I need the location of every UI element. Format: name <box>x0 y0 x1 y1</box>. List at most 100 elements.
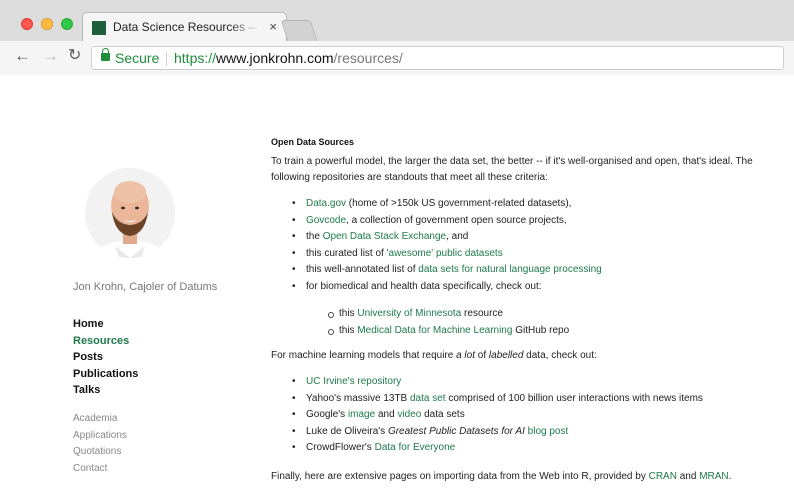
intro-line: To train a powerful model, the larger th… <box>271 156 753 167</box>
nav-item-home[interactable]: Home <box>73 316 138 333</box>
address-bar[interactable]: Secure https://www.jonkrohn.com/resource… <box>91 46 784 70</box>
tab-strip: Data Science Resources — Jon Krohn × <box>0 0 794 41</box>
web-page: Jon Krohn, Cajoler of Datums Home Resour… <box>0 76 794 503</box>
new-tab-button[interactable] <box>280 20 318 41</box>
window-maximize-button[interactable] <box>61 18 73 30</box>
list-item-text: this <box>339 324 358 336</box>
address-divider <box>166 52 167 66</box>
link-google-video[interactable]: video <box>397 409 421 420</box>
list-item-text: for biomedical and health data specifica… <box>306 280 542 292</box>
paragraph-text: For machine learning models that require <box>271 350 457 361</box>
url-host: www.jonkrohn.com <box>216 50 334 66</box>
main-nav: Home Resources Posts Publications Talks <box>73 316 138 399</box>
avatar <box>85 168 175 258</box>
url-path: /resources/ <box>333 50 403 66</box>
list-item: for biomedical and health data specifica… <box>271 279 786 296</box>
list-item: this curated list of 'awesome' public da… <box>271 246 786 263</box>
nav-item-contact[interactable]: Contact <box>73 461 127 478</box>
secondary-nav: Academia Applications Quotations Contact <box>73 411 127 477</box>
nav-item-resources[interactable]: Resources <box>73 333 138 350</box>
list-item-text: comprised of 100 billion user interactio… <box>445 392 703 404</box>
nav-item-applications[interactable]: Applications <box>73 428 127 445</box>
list-item: this well-annotated list of data sets fo… <box>271 262 786 279</box>
list-item: Google's image and video data sets <box>271 407 786 424</box>
forward-arrow-icon[interactable]: → <box>42 46 59 66</box>
link-cran[interactable]: CRAN <box>649 471 677 482</box>
list-item: Govcode, a collection of government open… <box>271 213 786 230</box>
ml-intro-paragraph: For machine learning models that require… <box>271 348 786 364</box>
list-item-text: Yahoo's massive 13TB <box>306 392 410 404</box>
author-name: Jon Krohn, Cajoler of Datums <box>73 281 218 293</box>
biomedical-data-list: this University of Minnesota resource th… <box>271 306 786 339</box>
list-item-text: this <box>339 308 358 319</box>
url-scheme: https:// <box>174 50 217 66</box>
link-medical-data-ml[interactable]: Medical Data for Machine Learning <box>357 325 512 336</box>
list-item-text: this curated list of <box>306 247 387 259</box>
list-item: the Open Data Stack Exchange, and <box>271 229 786 246</box>
link-nlp-datasets[interactable]: data sets for natural language processin… <box>418 264 601 275</box>
list-item-text: and <box>375 409 398 420</box>
list-item: Yahoo's massive 13TB data set comprised … <box>271 391 786 408</box>
paragraph-text: of <box>475 350 489 361</box>
list-item: UC Irvine's repository <box>271 374 786 391</box>
link-university-of-minnesota[interactable]: University of Minnesota <box>357 308 461 319</box>
tab-title: Data Science Resources — Jon Krohn <box>113 20 259 34</box>
list-item-text: GitHub repo <box>512 324 570 336</box>
link-awesome-public-datasets[interactable]: 'awesome' public datasets <box>387 248 503 259</box>
list-item-text: data sets <box>421 409 465 420</box>
list-item-text: Google's <box>306 409 348 420</box>
paragraph-text: data, check out: <box>523 350 597 361</box>
list-item: this Medical Data for Machine Learning G… <box>271 323 786 340</box>
nav-item-posts[interactable]: Posts <box>73 349 138 366</box>
link-yahoo-data-set[interactable]: data set <box>410 393 446 404</box>
author-portrait-icon <box>85 168 175 258</box>
intro-line: following repositories are standouts tha… <box>271 172 548 183</box>
paragraph-text: Finally, here are extensive pages on imp… <box>271 471 649 482</box>
tab-data-science-resources[interactable]: Data Science Resources — Jon Krohn × <box>82 12 287 41</box>
link-data-for-everyone[interactable]: Data for Everyone <box>375 442 456 453</box>
list-item-text: CrowdFlower's <box>306 442 375 453</box>
browser-toolbar: ← → ↻ Secure https://www.jonkrohn.com/re… <box>0 41 794 75</box>
tab-close-icon[interactable]: × <box>269 19 277 34</box>
list-item-text: (home of >150k US government-related dat… <box>346 198 572 209</box>
browser-chrome: Data Science Resources — Jon Krohn × ← →… <box>0 0 794 75</box>
list-item: this University of Minnesota resource <box>271 306 786 323</box>
list-item-text: the <box>306 231 323 242</box>
link-uc-irvine-repository[interactable]: UC Irvine's repository <box>306 376 401 387</box>
site-favicon-icon <box>92 21 106 35</box>
list-item: Luke de Oliveira's Greatest Public Datas… <box>271 424 786 441</box>
paragraph-text: . <box>728 471 732 482</box>
link-govcode[interactable]: Govcode <box>306 215 346 226</box>
nav-item-quotations[interactable]: Quotations <box>73 444 127 461</box>
list-item-text: resource <box>461 308 503 319</box>
window-minimize-button[interactable] <box>41 18 53 30</box>
emphasis-text: Greatest Public Datasets for AI <box>387 425 525 437</box>
link-blog-post[interactable]: blog post <box>528 426 569 437</box>
link-google-image[interactable]: image <box>348 409 375 420</box>
list-item: Data.gov (home of >150k US government-re… <box>271 196 786 213</box>
nav-item-academia[interactable]: Academia <box>73 411 127 428</box>
ml-data-list: UC Irvine's repository Yahoo's massive 1… <box>271 374 786 457</box>
window-close-button[interactable] <box>21 18 33 30</box>
nav-item-talks[interactable]: Talks <box>73 382 138 399</box>
back-arrow-icon[interactable]: ← <box>14 46 31 66</box>
sidebar: Jon Krohn, Cajoler of Datums Home Resour… <box>0 76 250 503</box>
open-data-list: Data.gov (home of >150k US government-re… <box>271 196 786 295</box>
secure-label: Secure <box>115 50 160 66</box>
list-item-text: this well-annotated list of <box>306 264 419 275</box>
emphasis-text: labelled <box>488 350 524 361</box>
list-item-text: , and <box>446 231 469 242</box>
list-item: CrowdFlower's Data for Everyone <box>271 440 786 457</box>
link-open-data-stack-exchange[interactable]: Open Data Stack Exchange <box>323 231 446 242</box>
lock-icon <box>101 48 110 61</box>
link-data-gov[interactable]: Data.gov <box>306 198 346 209</box>
paragraph-text: and <box>676 471 700 482</box>
list-item-text: Luke de Oliveira's <box>306 425 388 437</box>
intro-paragraph: To train a powerful model, the larger th… <box>271 154 786 186</box>
section-heading: Open Data Sources <box>271 137 355 147</box>
url-text[interactable]: https://www.jonkrohn.com/resources/ <box>174 50 403 66</box>
list-item-text: , a collection of government open source… <box>346 214 567 226</box>
nav-item-publications[interactable]: Publications <box>73 366 138 383</box>
link-mran[interactable]: MRAN <box>699 471 728 482</box>
reload-icon[interactable]: ↻ <box>68 46 81 66</box>
